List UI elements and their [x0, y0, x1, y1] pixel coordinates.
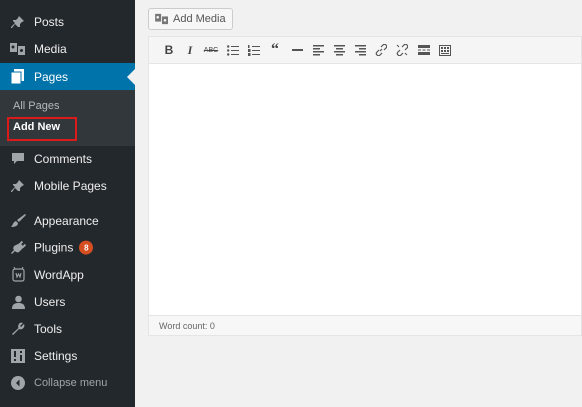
paintbrush-icon — [10, 213, 26, 229]
align-right-icon[interactable] — [352, 42, 368, 58]
unlink-icon[interactable] — [394, 42, 410, 58]
pin-icon — [10, 178, 26, 194]
pin-icon — [10, 14, 26, 30]
collapse-arrow-icon — [10, 375, 26, 391]
menu-label-users: Users — [34, 294, 66, 309]
add-media-button[interactable]: Add Media — [148, 8, 233, 30]
comment-icon — [10, 151, 26, 167]
menu-item-pages[interactable]: Pages — [0, 63, 135, 90]
menu-label-appearance: Appearance — [34, 213, 99, 228]
toolbar-toggle-icon[interactable] — [437, 42, 453, 58]
align-left-icon[interactable] — [310, 42, 326, 58]
horizontal-line-icon[interactable] — [289, 42, 305, 58]
menu-label-pages: Pages — [34, 69, 69, 84]
submenu-item-all-pages[interactable]: All Pages — [13, 100, 59, 112]
menu-item-posts[interactable]: Posts — [0, 8, 135, 35]
menu-item-settings[interactable]: Settings — [0, 342, 135, 369]
user-icon — [10, 294, 26, 310]
menu-label-settings: Settings — [34, 348, 78, 363]
link-icon[interactable] — [373, 42, 389, 58]
collapse-menu-label: Collapse menu — [34, 376, 108, 389]
strikethrough-icon[interactable]: ABC — [203, 42, 219, 58]
wordapp-icon — [10, 267, 26, 283]
pages-icon — [10, 69, 26, 85]
menu-item-media[interactable]: Media — [0, 35, 135, 62]
italic-icon[interactable]: I — [182, 42, 198, 58]
main-content: Add Media B I ABC “ Word count: 0 — [135, 0, 582, 407]
menu-label-posts: Posts — [34, 14, 65, 29]
word-count: Word count: 0 — [159, 320, 215, 331]
menu-label-plugins: Plugins — [34, 240, 74, 255]
submenu-item-add-new[interactable]: Add New — [13, 121, 60, 133]
menu-item-users[interactable]: Users — [0, 288, 135, 315]
pages-submenu: All Pages Add New — [0, 90, 135, 146]
menu-item-plugins[interactable]: Plugins 8 — [0, 234, 135, 261]
media-icon — [10, 41, 26, 57]
menu-item-mobile-pages[interactable]: Mobile Pages — [0, 172, 135, 199]
menu-item-appearance[interactable]: Appearance — [0, 207, 135, 234]
admin-sidebar: Posts Media Pages All Pages Add New Comm… — [0, 0, 135, 407]
wrench-icon — [10, 321, 26, 337]
plug-icon — [10, 240, 26, 256]
menu-item-wordapp[interactable]: WordApp — [0, 261, 135, 288]
menu-label-tools: Tools — [34, 321, 63, 336]
menu-label-mobile-pages: Mobile Pages — [34, 178, 107, 193]
collapse-menu-button[interactable]: Collapse menu — [0, 369, 135, 396]
bullet-list-icon[interactable] — [225, 42, 241, 58]
menu-label-comments: Comments — [34, 151, 93, 166]
menu-item-tools[interactable]: Tools — [0, 315, 135, 342]
editor-toolbar: B I ABC “ — [149, 37, 581, 64]
menu-label-wordapp: WordApp — [34, 267, 84, 282]
editor-text-area[interactable] — [149, 64, 581, 315]
content-editor: B I ABC “ Word count: 0 — [148, 36, 582, 336]
blockquote-icon[interactable]: “ — [267, 41, 283, 58]
menu-item-comments[interactable]: Comments — [0, 145, 135, 172]
menu-label-plugins-wrap: Plugins 8 — [34, 240, 94, 255]
align-center-icon[interactable] — [331, 42, 347, 58]
bold-icon[interactable]: B — [161, 42, 177, 58]
editor-status-bar: Word count: 0 — [149, 315, 581, 335]
menu-label-media: Media — [34, 41, 67, 56]
read-more-icon[interactable] — [416, 42, 432, 58]
numbered-list-icon[interactable] — [246, 42, 262, 58]
settings-icon — [10, 348, 26, 364]
plugins-update-badge: 8 — [79, 240, 94, 255]
add-media-label: Add Media — [173, 13, 226, 25]
media-icon — [155, 13, 169, 25]
